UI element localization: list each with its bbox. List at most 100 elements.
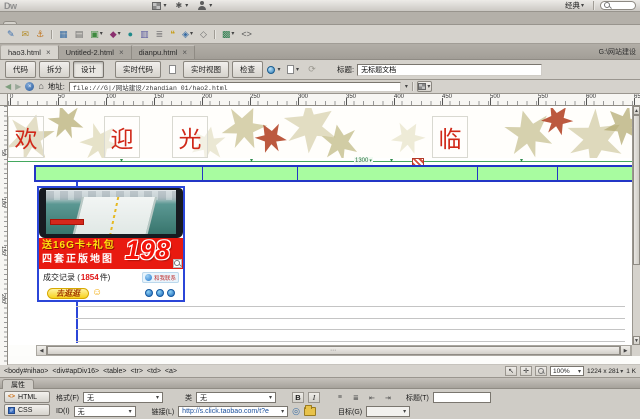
hand-tool-icon[interactable]: ✛ [520, 366, 532, 376]
live-view-button[interactable]: 实时视图 [183, 61, 229, 78]
document-title-input[interactable] [357, 64, 542, 76]
nav-cell[interactable] [203, 167, 298, 180]
class-select[interactable]: 无 [196, 392, 276, 403]
scroll-down-icon[interactable]: ▼ [633, 336, 640, 345]
html-mode-button[interactable]: <> HTML [4, 391, 50, 403]
title-attr-input[interactable] [433, 392, 491, 403]
horizontal-scroll-thumb[interactable]: ⋯ [47, 346, 620, 355]
column-menu-icon[interactable]: ▾ [520, 158, 523, 165]
insert-tab[interactable] [44, 22, 56, 24]
outdent-icon[interactable]: ⇤ [366, 392, 378, 403]
property-panel-tab[interactable]: 属性 [2, 379, 34, 389]
scroll-left-icon[interactable]: ◀ [37, 346, 47, 355]
nav-cell[interactable] [558, 167, 632, 180]
hyperlink-icon[interactable]: ✎ [7, 30, 15, 39]
link-combo[interactable]: http://s.click.taobao.com/t?e [178, 406, 288, 417]
css-mode-button[interactable]: # CSS [4, 404, 50, 416]
bold-button[interactable]: B [292, 392, 304, 403]
select-tool-icon[interactable]: ↖ [505, 366, 517, 376]
close-tab-icon[interactable]: × [119, 49, 124, 57]
document-tab[interactable]: Untitled-2.html × [59, 45, 132, 59]
media-icon[interactable]: ◆ [110, 30, 121, 39]
italic-button[interactable]: I [308, 392, 320, 403]
window-size-select[interactable]: 1224 x 281 [587, 368, 623, 375]
insert-tab[interactable] [18, 22, 30, 24]
comment-icon[interactable]: ❝ [170, 30, 175, 39]
code-view-button[interactable]: 代码 [5, 61, 36, 78]
split-view-button[interactable]: 拆分 [39, 61, 70, 78]
insert-tab[interactable] [96, 22, 108, 24]
banner-char[interactable]: 光 [172, 116, 208, 158]
script-icon[interactable]: ◈ [182, 30, 193, 39]
document-tab[interactable]: dianpu.html × [132, 45, 195, 59]
email-link-icon[interactable]: ✉ [22, 30, 30, 39]
extensions-gear-icon[interactable]: ✱ [176, 2, 189, 10]
image-icon[interactable]: ▣ [90, 30, 103, 39]
indent-icon[interactable]: ⇥ [382, 392, 394, 403]
close-tab-icon[interactable]: × [182, 49, 187, 57]
insert-div-icon[interactable]: ▤ [75, 30, 84, 39]
head-icon[interactable]: ◇ [200, 30, 207, 39]
forward-icon[interactable]: ▶ [15, 83, 21, 91]
stop-icon[interactable] [25, 82, 34, 91]
tag-selector-item[interactable]: <a> [165, 368, 177, 375]
tag-selector-item[interactable]: <body#nihao> [4, 368, 48, 375]
widget-icon[interactable]: ● [128, 30, 133, 39]
close-tab-icon[interactable]: × [46, 49, 51, 57]
user-community-icon[interactable] [197, 1, 212, 10]
search-input[interactable] [613, 3, 632, 9]
workspace-switcher[interactable]: 经典 [562, 0, 587, 11]
tag-selector-item[interactable]: <table> [103, 368, 126, 375]
insert-tab[interactable] [3, 21, 17, 24]
tag-chooser-icon[interactable]: <> [241, 30, 252, 39]
insert-tab[interactable] [83, 22, 95, 24]
zoom-level-select[interactable]: 100%▾ [550, 366, 584, 376]
server-include-icon[interactable]: ≣ [156, 30, 164, 39]
horizontal-scrollbar[interactable]: ◀ ⋯ ▶ [36, 345, 631, 356]
scroll-up-icon[interactable]: ▲ [633, 106, 640, 115]
preview-browser-icon[interactable] [266, 63, 282, 77]
column-menu-icon[interactable]: ▾ [250, 158, 253, 165]
nav-cell[interactable] [298, 167, 478, 180]
table-icon[interactable]: ▦ [59, 30, 68, 39]
inspect-button[interactable]: 检查 [232, 61, 263, 78]
vertical-scroll-thumb[interactable] [633, 115, 640, 265]
format-select[interactable]: 无 [83, 392, 163, 403]
search-box[interactable] [600, 1, 636, 10]
file-management-icon[interactable] [285, 63, 301, 77]
refresh-icon[interactable]: ⟳ [304, 63, 320, 77]
back-icon[interactable]: ◀ [5, 83, 11, 91]
design-view-button[interactable]: 设计 [73, 61, 104, 78]
workspace-layout-icon[interactable] [152, 2, 167, 10]
table-width-value[interactable]: 1300 [354, 157, 373, 165]
address-input[interactable] [69, 82, 401, 92]
tag-selector-item[interactable]: <td> [147, 368, 161, 375]
target-select[interactable] [366, 406, 410, 417]
welcome-banner[interactable]: 欢迎光临 [8, 108, 632, 158]
home-icon[interactable]: ⌂ [38, 82, 43, 91]
point-to-file-icon[interactable]: ◎ [292, 407, 300, 416]
live-view-options-icon[interactable] [417, 81, 432, 92]
live-code-nav-icon[interactable] [164, 63, 180, 77]
unordered-list-icon[interactable]: ≡ [334, 392, 346, 403]
nav-cell[interactable] [478, 167, 558, 180]
insert-tab[interactable] [31, 22, 43, 24]
live-code-button[interactable]: 实时代码 [115, 61, 161, 78]
tag-selector-item[interactable]: <div#apDiv16> [52, 368, 99, 375]
zoom-tool-icon[interactable] [535, 366, 547, 376]
tag-selector-item[interactable]: <tr> [130, 368, 142, 375]
insert-tab[interactable] [57, 22, 69, 24]
nav-cell[interactable] [36, 167, 203, 180]
id-select[interactable]: 无 [74, 406, 136, 417]
banner-char[interactable]: 欢 [8, 116, 44, 158]
column-menu-icon[interactable]: ▾ [120, 158, 123, 165]
template-icon[interactable]: ▩ [222, 30, 235, 39]
banner-char[interactable]: 临 [432, 116, 468, 158]
named-anchor-icon[interactable]: ⚓ [36, 30, 44, 39]
insert-tab[interactable] [70, 22, 82, 24]
ordered-list-icon[interactable]: ≣ [350, 392, 362, 403]
address-dropdown-icon[interactable]: ▾ [405, 83, 408, 90]
column-menu-icon[interactable]: ▾ [390, 158, 393, 165]
gps-ad-image[interactable]: 送16G卡+礼包 四套正版地图 198 成交记录 (1854件) 和我联系 去逛… [37, 186, 185, 302]
document-tab[interactable]: hao3.html × [1, 45, 59, 59]
